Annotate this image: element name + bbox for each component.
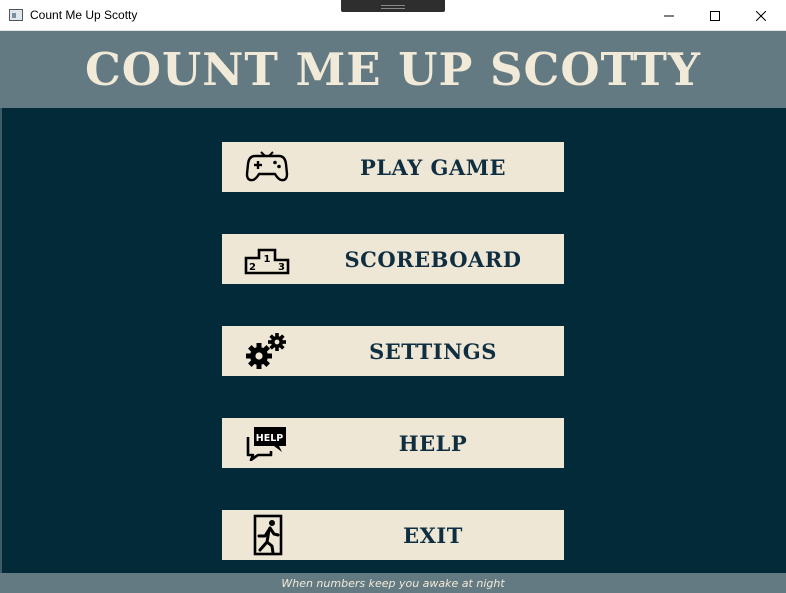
help-button[interactable]: HELP Help <box>222 418 564 468</box>
app-title: Count Me Up Scotty <box>84 43 702 96</box>
close-button[interactable] <box>738 0 784 31</box>
scoreboard-button[interactable]: 1 2 3 Scoreboard <box>222 234 564 284</box>
close-icon <box>756 10 766 21</box>
help-bubble-icon: HELP <box>244 424 290 462</box>
play-game-label: Play Game <box>359 154 507 180</box>
exit-label: Exit <box>403 522 463 548</box>
tagline: When numbers keep you awake at night <box>281 576 505 590</box>
window-title: Count Me Up Scotty <box>30 8 138 22</box>
play-game-button[interactable]: Play Game <box>222 142 564 192</box>
drag-handle[interactable] <box>341 0 445 12</box>
svg-text:3: 3 <box>278 262 285 273</box>
settings-label: Settings <box>369 338 497 364</box>
svg-text:HELP: HELP <box>256 433 283 444</box>
left-edge <box>0 108 2 573</box>
settings-button[interactable]: Settings <box>222 326 564 376</box>
gamepad-icon <box>244 148 290 186</box>
exit-button[interactable]: Exit <box>222 510 564 560</box>
maximize-button[interactable] <box>692 0 738 31</box>
scoreboard-label: Scoreboard <box>344 246 522 272</box>
app-header: Count Me Up Scotty <box>0 31 786 108</box>
exit-door-icon <box>244 514 290 556</box>
minimize-button[interactable] <box>646 0 692 31</box>
window-titlebar[interactable]: Count Me Up Scotty <box>0 0 786 31</box>
maximize-icon <box>710 10 720 21</box>
gears-icon <box>244 332 290 370</box>
help-label: Help <box>398 430 468 456</box>
footer: When numbers keep you awake at night <box>0 573 786 593</box>
svg-text:1: 1 <box>264 254 271 265</box>
app-window-icon <box>9 9 23 21</box>
svg-text:2: 2 <box>249 262 256 273</box>
podium-icon: 1 2 3 <box>244 240 290 278</box>
minimize-icon <box>664 15 674 16</box>
